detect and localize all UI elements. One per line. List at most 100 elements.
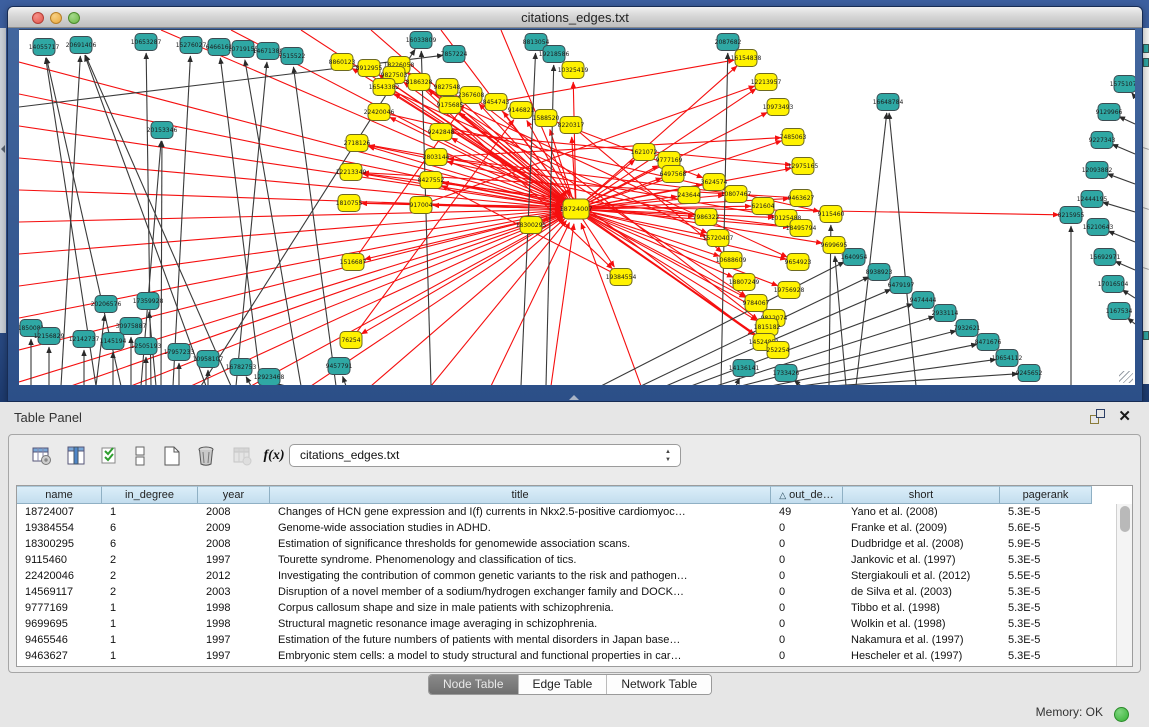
table-cell-title[interactable]: Disruption of a novel member of a sodium…	[270, 584, 771, 600]
table-cell-year[interactable]: 1998	[198, 600, 270, 616]
table-row[interactable]: 911546021997Tourette syndrome. Phenomeno…	[17, 552, 1116, 568]
table-cell-pagerank[interactable]: 5.3E-5	[1000, 552, 1092, 568]
column-visibility-button[interactable]	[63, 443, 89, 469]
network-canvas[interactable]: 1405571720691406106532871527602764661611…	[19, 29, 1135, 385]
vertical-scrollbar[interactable]	[1116, 504, 1132, 666]
table-options-button[interactable]	[29, 443, 55, 469]
table-cell-name[interactable]: 14569117	[17, 584, 102, 600]
window-titlebar[interactable]: citations_edges.txt	[8, 7, 1142, 28]
table-cell-pagerank[interactable]: 5.9E-5	[1000, 536, 1092, 552]
column-header-year[interactable]: year	[198, 486, 270, 504]
table-cell-name[interactable]: 9115460	[17, 552, 102, 568]
table-row[interactable]: 946362711997Embryonic stem cells: a mode…	[17, 648, 1116, 664]
table-cell-name[interactable]: 9465546	[17, 632, 102, 648]
table-selector-combobox[interactable]: citations_edges.txt ▲▼	[289, 444, 681, 467]
row-cells-button[interactable]	[127, 443, 153, 469]
table-cell-indegree[interactable]: 2	[102, 552, 198, 568]
table-row[interactable]: 1456911722003Disruption of a novel membe…	[17, 584, 1116, 600]
table-row[interactable]: 969969511998Structural magnetic resonanc…	[17, 616, 1116, 632]
table-cell-indegree[interactable]: 1	[102, 648, 198, 664]
table-cell-indegree[interactable]: 2	[102, 584, 198, 600]
table-cell-short[interactable]: Dudbridge et al. (2008)	[843, 536, 1000, 552]
table-row[interactable]: 946554611997Estimation of the future num…	[17, 632, 1116, 648]
table-cell-year[interactable]: 2012	[198, 568, 270, 584]
table-cell-outde[interactable]: 0	[771, 568, 843, 584]
table-cell-title[interactable]: Investigating the contribution of common…	[270, 568, 771, 584]
tab-node-table[interactable]: Node Table	[429, 675, 519, 694]
table-cell-outde[interactable]: 49	[771, 504, 843, 520]
table-cell-outde[interactable]: 0	[771, 584, 843, 600]
table-cell-title[interactable]: Tourette syndrome. Phenomenology and cla…	[270, 552, 771, 568]
table-cell-title[interactable]: Structural magnetic resonance image aver…	[270, 616, 771, 632]
table-cell-outde[interactable]: 0	[771, 616, 843, 632]
table-row[interactable]: 1938455462009Genome-wide association stu…	[17, 520, 1116, 536]
table-cell-name[interactable]: 9699695	[17, 616, 102, 632]
table-cell-short[interactable]: Jankovic et al. (1997)	[843, 552, 1000, 568]
table-cell-outde[interactable]: 0	[771, 648, 843, 664]
table-cell-year[interactable]: 1997	[198, 632, 270, 648]
table-cell-outde[interactable]: 0	[771, 632, 843, 648]
table-cell-indegree[interactable]: 6	[102, 520, 198, 536]
table-cell-year[interactable]: 2003	[198, 584, 270, 600]
function-builder-button[interactable]: f(x)	[261, 443, 287, 469]
table-cell-outde[interactable]: 0	[771, 600, 843, 616]
table-cell-short[interactable]: Hescheler et al. (1997)	[843, 648, 1000, 664]
new-table-button[interactable]	[159, 443, 185, 469]
tab-network-table[interactable]: Network Table	[607, 675, 711, 694]
tab-edge-table[interactable]: Edge Table	[519, 675, 608, 694]
column-header-name[interactable]: name	[17, 486, 102, 504]
table-cell-pagerank[interactable]: 5.3E-5	[1000, 504, 1092, 520]
splitter-handle[interactable]	[569, 395, 579, 400]
column-header-indegree[interactable]: in_degree	[102, 486, 198, 504]
close-panel-icon[interactable]: ✕	[1118, 407, 1131, 425]
table-cell-year[interactable]: 2008	[198, 536, 270, 552]
table-cell-indegree[interactable]: 2	[102, 568, 198, 584]
table-cell-title[interactable]: Genome-wide association studies in ADHD.	[270, 520, 771, 536]
table-cell-name[interactable]: 18724007	[17, 504, 102, 520]
table-cell-indegree[interactable]: 1	[102, 600, 198, 616]
table-cell-short[interactable]: Nakamura et al. (1997)	[843, 632, 1000, 648]
window-resize-grip[interactable]	[1119, 371, 1133, 383]
table-cell-pagerank[interactable]: 5.3E-5	[1000, 600, 1092, 616]
table-cell-year[interactable]: 1998	[198, 616, 270, 632]
table-cell-pagerank[interactable]: 5.3E-5	[1000, 584, 1092, 600]
table-cell-pagerank[interactable]: 5.3E-5	[1000, 616, 1092, 632]
table-cell-outde[interactable]: 0	[771, 536, 843, 552]
table-cell-year[interactable]: 2009	[198, 520, 270, 536]
column-header-title[interactable]: title	[270, 486, 771, 504]
table-cell-title[interactable]: Estimation of the future numbers of pati…	[270, 632, 771, 648]
table-cell-indegree[interactable]: 1	[102, 632, 198, 648]
table-cell-title[interactable]: Changes of HCN gene expression and I(f) …	[270, 504, 771, 520]
table-row[interactable]: 2242004622012Investigating the contribut…	[17, 568, 1116, 584]
table-cell-short[interactable]: Yano et al. (2008)	[843, 504, 1000, 520]
table-cell-short[interactable]: Franke et al. (2009)	[843, 520, 1000, 536]
table-cell-year[interactable]: 1997	[198, 552, 270, 568]
table-cell-pagerank[interactable]: 5.3E-5	[1000, 632, 1092, 648]
table-cell-pagerank[interactable]: 5.6E-5	[1000, 520, 1092, 536]
select-rows-button[interactable]	[97, 443, 123, 469]
network-graph[interactable]: 1405571720691406106532871527602764661611…	[19, 30, 1135, 385]
table-cell-outde[interactable]: 0	[771, 520, 843, 536]
table-row[interactable]: 1872400712008Changes of HCN gene express…	[17, 504, 1116, 520]
table-cell-title[interactable]: Embryonic stem cells: a model to study s…	[270, 648, 771, 664]
table-cell-short[interactable]: Wolkin et al. (1998)	[843, 616, 1000, 632]
table-cell-name[interactable]: 18300295	[17, 536, 102, 552]
table-cell-name[interactable]: 22420046	[17, 568, 102, 584]
table-cell-short[interactable]: Tibbo et al. (1998)	[843, 600, 1000, 616]
table-cell-title[interactable]: Corpus callosum shape and size in male p…	[270, 600, 771, 616]
table-row[interactable]: 1830029562008Estimation of significance …	[17, 536, 1116, 552]
table-row[interactable]: 977716911998Corpus callosum shape and si…	[17, 600, 1116, 616]
table-cell-indegree[interactable]: 1	[102, 504, 198, 520]
table-cell-pagerank[interactable]: 5.3E-5	[1000, 648, 1092, 664]
table-cell-title[interactable]: Estimation of significance thresholds fo…	[270, 536, 771, 552]
column-header-short[interactable]: short	[843, 486, 1000, 504]
float-panel-icon[interactable]	[1090, 409, 1105, 424]
table-cell-short[interactable]: de Silva et al. (2003)	[843, 584, 1000, 600]
table-cell-pagerank[interactable]: 5.5E-5	[1000, 568, 1092, 584]
column-header-outde[interactable]: △out_de…	[771, 486, 843, 504]
table-cell-outde[interactable]: 0	[771, 552, 843, 568]
table-cell-short[interactable]: Stergiakouli et al. (2012)	[843, 568, 1000, 584]
collapse-arrow-icon[interactable]	[1, 145, 5, 153]
table-cell-indegree[interactable]: 6	[102, 536, 198, 552]
table-body[interactable]: 1872400712008Changes of HCN gene express…	[17, 504, 1116, 666]
